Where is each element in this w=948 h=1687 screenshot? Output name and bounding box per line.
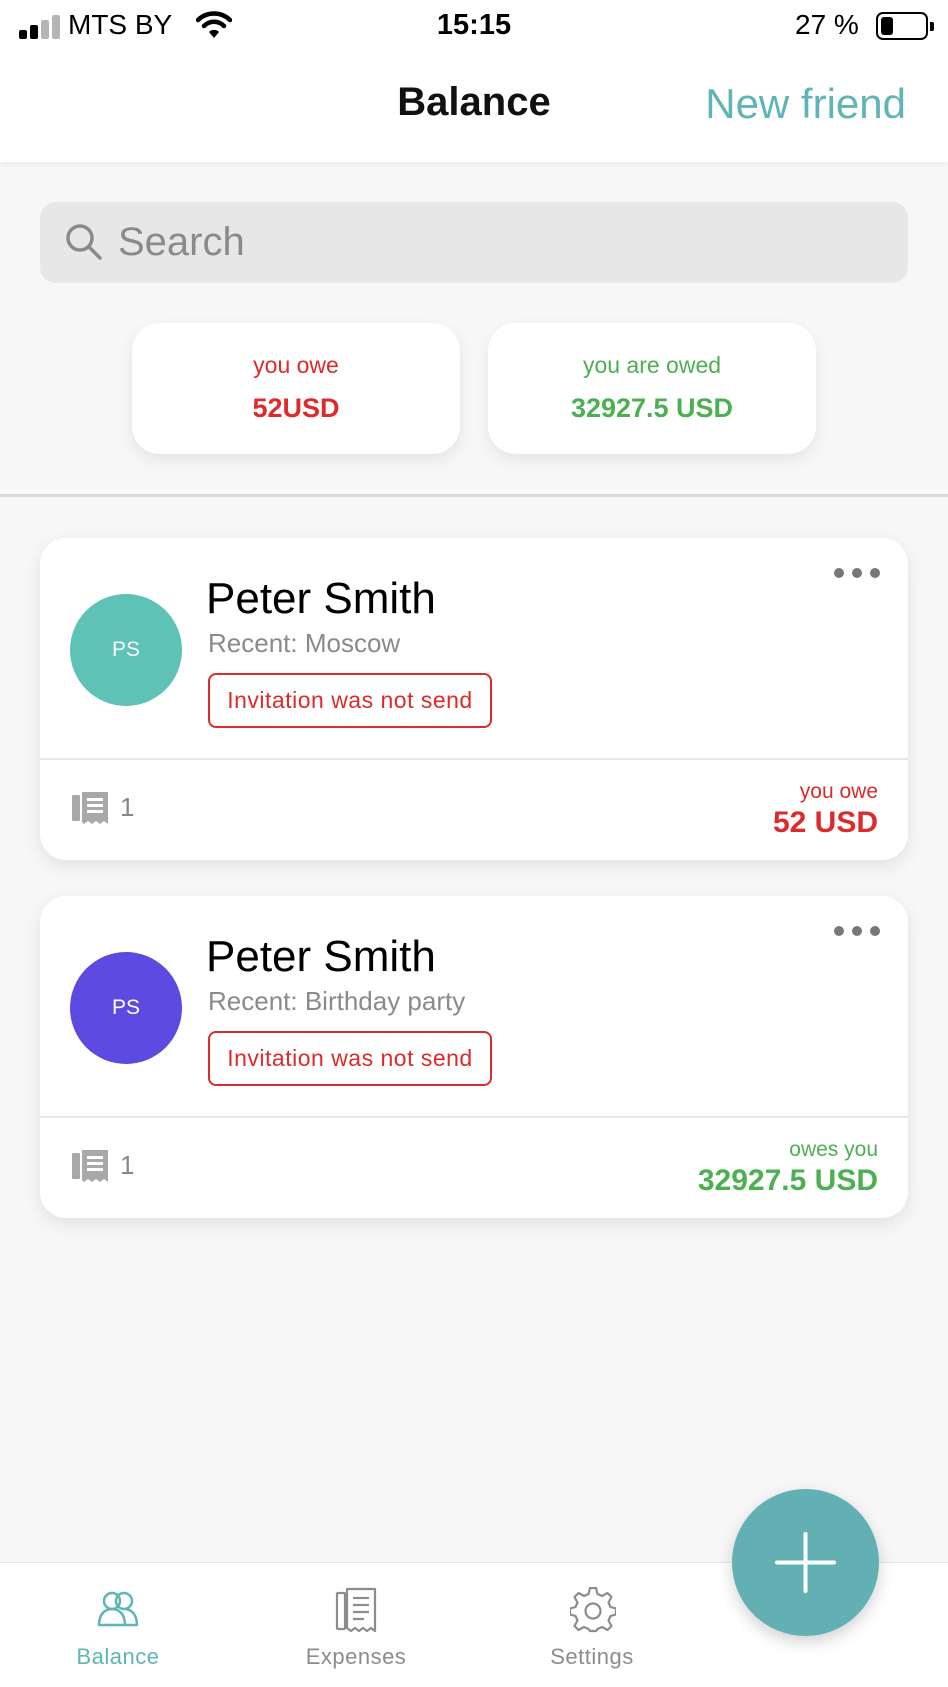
tab-expenses-label: Expenses	[305, 1644, 407, 1669]
friend-card[interactable]: PS Peter Smith Recent: Moscow Invitation…	[40, 538, 908, 860]
you-are-owed-amount: 32927.5 USD	[570, 393, 734, 423]
you-owe-summary: you owe 52USD	[132, 323, 460, 454]
expense-count: 1	[120, 1150, 135, 1180]
balance-amount: 32927.5 USD	[697, 1164, 878, 1197]
search-input[interactable]	[118, 202, 878, 283]
friend-name: Peter Smith	[206, 932, 436, 981]
tab-settings[interactable]: Settings	[502, 1563, 682, 1687]
status-bar: MTS BY 15:15 27 %	[0, 0, 948, 54]
avatar: PS	[70, 952, 182, 1064]
balance-label: you owe	[799, 780, 878, 803]
gear-icon	[570, 1587, 616, 1633]
more-icon[interactable]	[834, 926, 880, 940]
you-are-owed-label: you are owed	[582, 352, 722, 378]
recent-expense: Recent: Birthday party	[208, 986, 466, 1016]
expenses-icon	[335, 1587, 377, 1633]
plus-icon	[775, 1532, 836, 1593]
balance-label: owes you	[789, 1138, 878, 1161]
tab-settings-label: Settings	[550, 1644, 634, 1669]
card-divider	[40, 758, 908, 760]
section-divider	[0, 494, 948, 497]
battery-icon	[876, 12, 934, 40]
search-icon	[66, 224, 102, 260]
search-bar[interactable]	[40, 202, 908, 283]
friends-icon	[97, 1591, 139, 1627]
friend-name: Peter Smith	[206, 574, 436, 623]
balance-screen: MTS BY 15:15 27 % Balance New friend yo	[0, 0, 948, 1687]
invitation-status-badge: Invitation was not send	[208, 673, 492, 728]
invitation-status-badge: Invitation was not send	[208, 1031, 492, 1086]
receipt-icon	[72, 792, 108, 824]
card-divider	[40, 1116, 908, 1118]
balance-amount: 52 USD	[772, 806, 878, 839]
recent-expense: Recent: Moscow	[208, 628, 401, 658]
tab-expenses[interactable]: Expenses	[266, 1563, 446, 1687]
avatar: PS	[70, 594, 182, 706]
battery-percent: 27 %	[795, 9, 859, 40]
you-are-owed-summary: you are owed 32927.5 USD	[488, 323, 816, 454]
more-icon[interactable]	[834, 568, 880, 582]
top-bar: MTS BY 15:15 27 % Balance New friend	[0, 0, 948, 162]
you-owe-label: you owe	[253, 352, 339, 378]
you-owe-amount: 52USD	[252, 393, 340, 423]
expense-count: 1	[120, 792, 135, 822]
add-expense-button[interactable]	[732, 1489, 879, 1636]
receipt-icon	[72, 1150, 108, 1182]
friend-card[interactable]: PS Peter Smith Recent: Birthday party In…	[40, 896, 908, 1218]
tab-balance[interactable]: Balance	[28, 1563, 208, 1687]
new-friend-button[interactable]: New friend	[705, 80, 906, 128]
tab-balance-label: Balance	[76, 1644, 160, 1669]
